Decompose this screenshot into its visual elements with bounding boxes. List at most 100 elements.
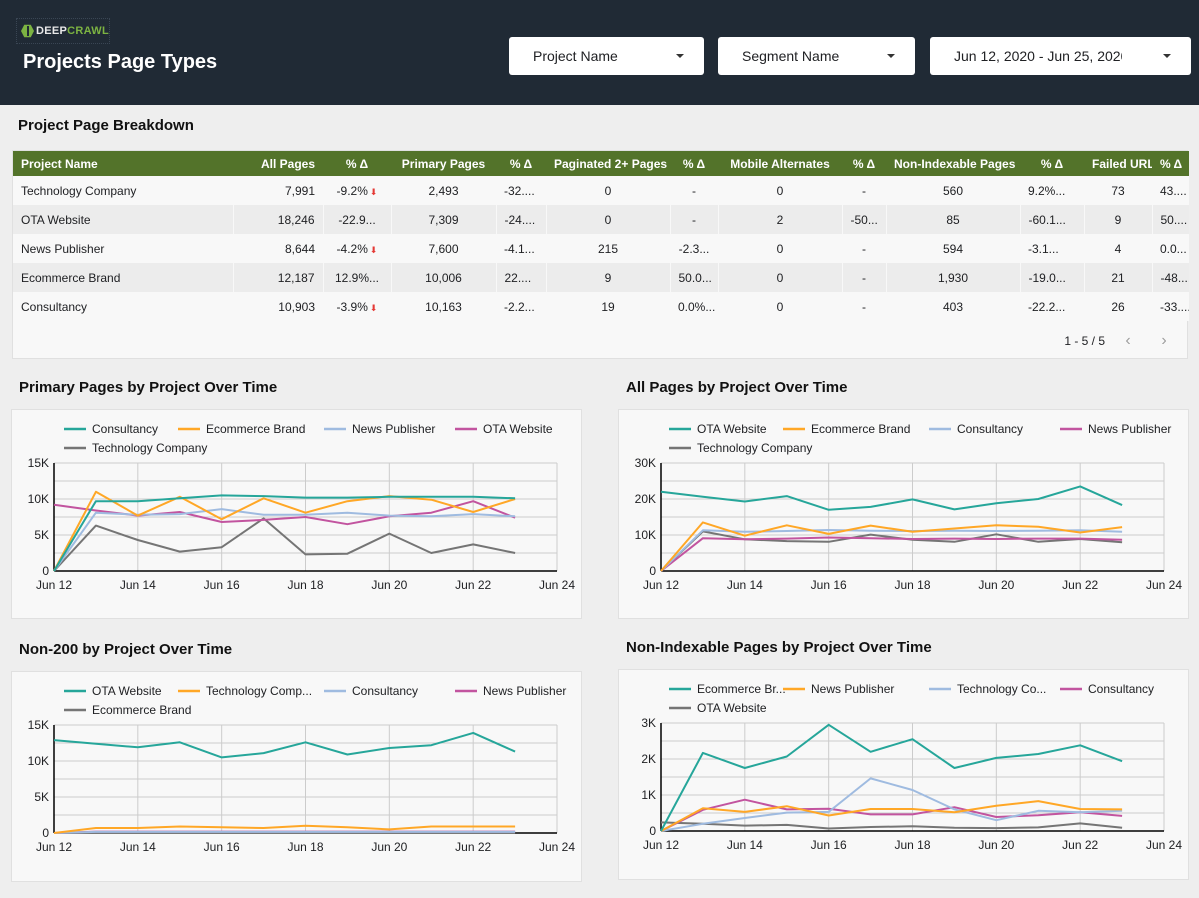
table-pagination: 1 - 5 / 5 ‹ › (1064, 332, 1177, 350)
table-row[interactable]: OTA Website 18,246 -22.9... 7,309 -24.... 0 - 2… (13, 205, 1189, 234)
deepcrawl-logo: DEEP CRAWL (16, 18, 110, 44)
table-cell: 0 (718, 292, 842, 321)
cell-value: 403 (942, 299, 964, 314)
column-header[interactable]: % Δ (670, 151, 718, 176)
column-header[interactable]: % Δ (496, 151, 546, 176)
x-tick-label: Jun 22 (1062, 838, 1098, 852)
y-tick-label: 10K (635, 528, 656, 542)
table-cell: -2.3... (670, 234, 718, 263)
y-tick-label: 10K (28, 754, 49, 768)
cell-value: - (692, 212, 696, 227)
cell-value: 7,600 (428, 241, 459, 256)
allpages-chart-title: All Pages by Project Over Time (626, 379, 848, 396)
cell-value: 22.... (504, 270, 532, 285)
y-tick-label: 15K (28, 718, 49, 732)
column-header[interactable]: % Δ (1152, 151, 1189, 176)
cell-value: 19 (601, 299, 615, 314)
project-name-cell: News Publisher (13, 234, 233, 263)
breakdown-title: Project Page Breakdown (18, 117, 194, 134)
cell-value: 594 (942, 241, 964, 256)
y-tick-label: 5K (34, 528, 49, 542)
cell-value: 10,006 (425, 270, 462, 285)
table-cell: 12.9%... (322, 263, 391, 292)
y-tick-label: 2K (641, 752, 656, 766)
cell-value: -19.0... (1028, 270, 1066, 285)
table-row[interactable]: Consultancy 10,903 -3.9% ⬇ 10,163 -2.2... 19 0.… (13, 292, 1189, 321)
table-cell: 9 (545, 263, 670, 292)
x-tick-label: Jun 20 (978, 838, 1014, 852)
table-row[interactable]: Technology Company 7,991 -9.2% ⬇ 2,493 -32...… (13, 176, 1189, 205)
non200-chart-title: Non-200 by Project Over Time (19, 641, 233, 658)
non-indexable-chart-svg: Ecommerce Br... News Publisher Technology … (641, 682, 1182, 852)
series-line-technology-company (660, 530, 1123, 572)
column-header[interactable]: Mobile Alternates (718, 151, 842, 176)
chevron-down-icon (676, 54, 684, 58)
cell-value: 8,644 (284, 241, 315, 256)
x-tick-label: Jun 14 (727, 838, 763, 852)
legend-label: Ecommerce Brand (206, 422, 305, 436)
table-cell: 73 (1084, 176, 1152, 205)
y-tick-label: 15K (28, 456, 49, 470)
table-cell: -22.2... (1020, 292, 1084, 321)
table-cell: 10,163 (391, 292, 496, 321)
cell-value: 0.0... (1160, 241, 1187, 256)
legend-label: Technology Company (92, 441, 207, 455)
legend-label: Ecommerce Br... (697, 682, 786, 696)
cell-value: 85 (946, 212, 960, 227)
table-cell: 1,930 (885, 263, 1020, 292)
x-tick-label: Jun 24 (539, 578, 575, 592)
column-header[interactable]: Failed URLs (1084, 151, 1152, 176)
chevron-left-icon[interactable]: ‹ (1115, 332, 1141, 350)
project-name-filter[interactable]: Project Name (509, 37, 704, 75)
legend-label: Ecommerce Brand (92, 703, 191, 717)
primary-pages-chart: Consultancy Ecommerce Brand News Publisher… (11, 409, 582, 619)
series-line-technology-company (53, 517, 516, 572)
column-header[interactable]: % Δ (842, 151, 886, 176)
cell-value: 2 (776, 212, 784, 227)
date-range-picker[interactable]: Jun 12, 2020 - Jun 25, 2020 (930, 37, 1191, 75)
nonindexable-chart-title: Non-Indexable Pages by Project Over Time (626, 639, 932, 656)
cell-value: 50.0... (678, 270, 712, 285)
y-tick-label: 1K (641, 788, 656, 802)
cell-value: - (692, 183, 696, 198)
cell-value: -2.3... (678, 241, 710, 256)
column-header[interactable]: Paginated 2+ Pages (546, 151, 670, 176)
cell-value: Ecommerce Brand (21, 270, 121, 285)
column-header[interactable]: Project Name (13, 151, 233, 176)
series-line-news-publisher (660, 536, 1123, 572)
cell-value: 7,309 (428, 212, 459, 227)
y-tick-label: 0 (42, 826, 49, 840)
cell-value: -3.1... (1028, 241, 1059, 256)
date-range-label: Jun 12, 2020 - Jun 25, 2020 (954, 48, 1122, 64)
table-cell: 9.2%... (1020, 176, 1084, 205)
column-header[interactable]: % Δ (1020, 151, 1084, 176)
chevron-right-icon[interactable]: › (1151, 332, 1177, 350)
x-tick-label: Jun 16 (811, 578, 847, 592)
table-cell: 0 (718, 234, 842, 263)
table-cell: 10,006 (390, 263, 496, 292)
non200-chart-svg: OTA Website Technology Comp... Consultancy… (28, 684, 576, 854)
column-header[interactable]: Primary Pages (391, 151, 496, 176)
y-tick-label: 20K (635, 492, 656, 506)
all-pages-chart-svg: OTA Website Ecommerce Brand Consultancy New… (635, 422, 1183, 592)
x-tick-label: Jun 24 (539, 840, 575, 854)
column-header[interactable]: All Pages (233, 151, 323, 176)
cell-value: - (862, 183, 866, 198)
x-tick-label: Jun 14 (120, 578, 156, 592)
table-cell: - (669, 205, 718, 234)
segment-name-filter[interactable]: Segment Name (718, 37, 915, 75)
pagination-range: 1 - 5 / 5 (1064, 334, 1105, 348)
table-row[interactable]: Ecommerce Brand 12,187 12.9%... 10,006 22...… (13, 263, 1189, 292)
table-row[interactable]: News Publisher 8,644 -4.2% ⬇ 7,600 -4.1... 215… (13, 234, 1189, 263)
x-tick-label: Jun 24 (1146, 838, 1182, 852)
table-cell: 8,644 (233, 234, 323, 263)
table-cell: -50... (841, 205, 886, 234)
project-name-cell: Ecommerce Brand (13, 263, 233, 292)
cell-value: 21 (1111, 270, 1125, 285)
table-cell: 2 (717, 205, 842, 234)
column-header[interactable]: Non-Indexable Pages (886, 151, 1020, 176)
y-tick-label: 10K (28, 492, 49, 506)
cell-value: 73 (1111, 183, 1125, 198)
non-indexable-chart: Ecommerce Br... News Publisher Technology … (618, 669, 1189, 880)
column-header[interactable]: % Δ (323, 151, 391, 176)
